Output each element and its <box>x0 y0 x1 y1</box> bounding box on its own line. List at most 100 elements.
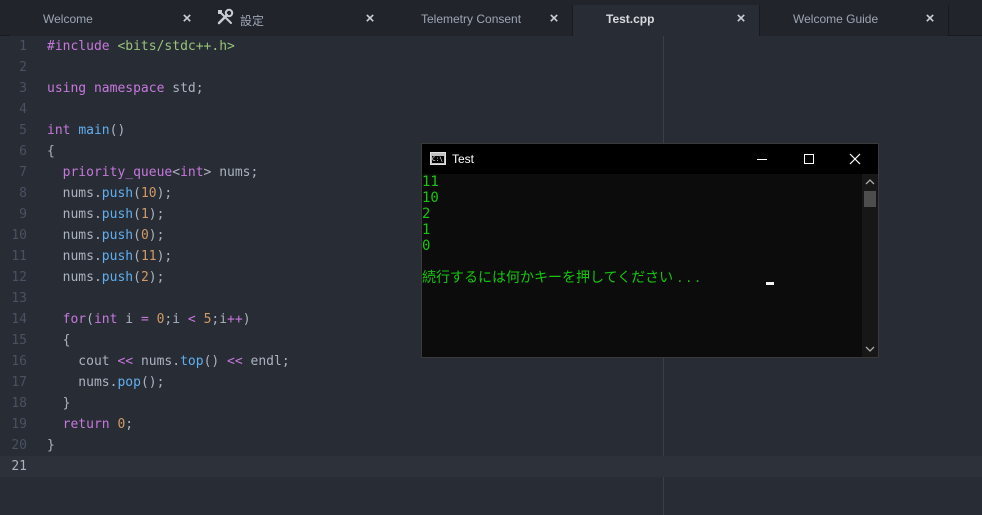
line-code: { <box>47 141 55 162</box>
console-window[interactable]: C:\ Test 11 10 2 1 0 続行するには何かキーを押してください . . … <box>421 143 879 358</box>
code-token: 0 <box>140 228 149 243</box>
code-token: { <box>47 333 71 348</box>
tab-3[interactable]: Test.cpp × <box>573 5 760 36</box>
code-token: for <box>47 312 87 327</box>
code-token: namespace <box>93 81 173 96</box>
tab-4[interactable]: Welcome Guide × <box>760 5 949 36</box>
tab-2[interactable]: Telemetry Consent × <box>388 5 573 36</box>
line-number: 11 <box>11 249 27 264</box>
code-line[interactable]: 19 return 0; <box>0 414 982 435</box>
code-token: nums. <box>47 186 102 201</box>
code-token: ++ <box>227 312 243 327</box>
line-code: { <box>47 330 71 351</box>
line-number: 20 <box>11 438 27 453</box>
code-line[interactable]: 21 <box>0 456 982 477</box>
scroll-down-arrow-icon[interactable] <box>865 344 875 354</box>
line-code: nums.push(2); <box>47 267 165 288</box>
maximize-icon <box>804 154 814 164</box>
line-number: 4 <box>19 102 27 117</box>
code-token: push <box>101 249 134 264</box>
console-app-icon: C:\ <box>430 152 446 165</box>
code-token: ); <box>148 270 165 285</box>
code-token: nums. <box>47 375 118 390</box>
code-token: > nums; <box>203 165 259 180</box>
line-code: cout << nums.top() << endl; <box>47 351 290 372</box>
code-line[interactable]: 3 using namespace std; <box>0 78 982 99</box>
scroll-thumb[interactable] <box>864 191 876 207</box>
text-cursor <box>766 282 774 285</box>
code-token: ( <box>133 249 141 264</box>
code-line[interactable]: 20} <box>0 435 982 456</box>
code-token: i <box>125 312 141 327</box>
code-token: () <box>109 123 126 138</box>
output-line: 10 <box>422 190 439 206</box>
tab-close-icon[interactable]: × <box>548 10 560 28</box>
code-token: ) <box>242 312 251 327</box>
line-number: 7 <box>19 165 27 180</box>
console-icon-text: C:\ <box>432 156 444 163</box>
code-token: ( <box>133 228 141 243</box>
line-number: 8 <box>19 186 27 201</box>
code-line[interactable]: 17 nums.pop(); <box>0 372 982 393</box>
console-scrollbar[interactable] <box>862 174 878 357</box>
code-token: ); <box>156 249 173 264</box>
code-token: using <box>47 81 94 96</box>
maximize-button[interactable] <box>786 144 832 174</box>
line-code: nums.push(11); <box>47 246 173 267</box>
output-line: 0 <box>422 238 431 254</box>
code-token: ( <box>86 312 94 327</box>
code-token: #include <box>47 39 118 54</box>
code-line[interactable]: 18 } <box>0 393 982 414</box>
code-token: top <box>180 354 204 369</box>
minimize-button[interactable] <box>739 144 785 174</box>
tab-close-icon[interactable]: × <box>364 10 376 28</box>
console-output[interactable]: 11 10 2 1 0 続行するには何かキーを押してください . . . <box>422 174 862 357</box>
tab-close-icon[interactable]: × <box>181 10 193 28</box>
close-button[interactable] <box>832 144 878 174</box>
code-token: int <box>180 165 204 180</box>
tab-label: Welcome Guide <box>793 12 879 26</box>
line-number: 9 <box>19 207 27 222</box>
code-token: () <box>203 354 228 369</box>
code-token: endl; <box>250 354 290 369</box>
line-code: nums.push(10); <box>47 183 173 204</box>
code-token: } <box>47 438 55 453</box>
line-number: 12 <box>11 270 27 285</box>
code-token: push <box>101 207 134 222</box>
code-line[interactable]: 2 <box>0 57 982 78</box>
line-code: using namespace std; <box>47 78 204 99</box>
tab-close-icon[interactable]: × <box>735 10 747 28</box>
console-title: Test <box>452 152 475 166</box>
code-token: ; <box>125 417 134 432</box>
code-line[interactable]: 5 int main() <box>0 120 982 141</box>
tab-close-icon[interactable]: × <box>924 10 936 28</box>
code-token: = <box>140 312 157 327</box>
tools-icon <box>217 8 234 25</box>
line-code: for(int i = 0;i < 5;i++) <box>47 309 251 330</box>
line-number: 5 <box>19 123 27 138</box>
scroll-up-arrow-icon[interactable] <box>865 177 875 187</box>
code-token: std; <box>172 81 204 96</box>
code-token: priority_queue <box>47 165 173 180</box>
line-code: return 0; <box>47 414 133 435</box>
code-token: } <box>47 396 71 411</box>
code-token: push <box>101 186 134 201</box>
console-titlebar[interactable]: C:\ Test <box>422 144 878 174</box>
tab-1[interactable]: 設定 × <box>204 5 389 36</box>
line-number: 1 <box>19 39 27 54</box>
code-token: int <box>93 312 126 327</box>
code-line[interactable]: 4 <box>0 99 982 120</box>
code-token: (); <box>140 375 165 390</box>
code-token: cout <box>47 354 118 369</box>
code-token: ); <box>148 228 165 243</box>
code-line[interactable]: 1 #include <bits/stdc++.h> <box>0 36 982 57</box>
tab-label: Telemetry Consent <box>421 12 522 26</box>
line-code: priority_queue<int> nums; <box>47 162 259 183</box>
line-code: nums.push(1); <box>47 204 165 225</box>
tab-0[interactable]: Welcome × <box>10 5 206 36</box>
line-code: nums.push(0); <box>47 225 165 246</box>
output-line: 2 <box>422 206 431 222</box>
code-token: 1 <box>140 207 149 222</box>
code-token: 2 <box>140 270 149 285</box>
code-token: ;i <box>164 312 188 327</box>
